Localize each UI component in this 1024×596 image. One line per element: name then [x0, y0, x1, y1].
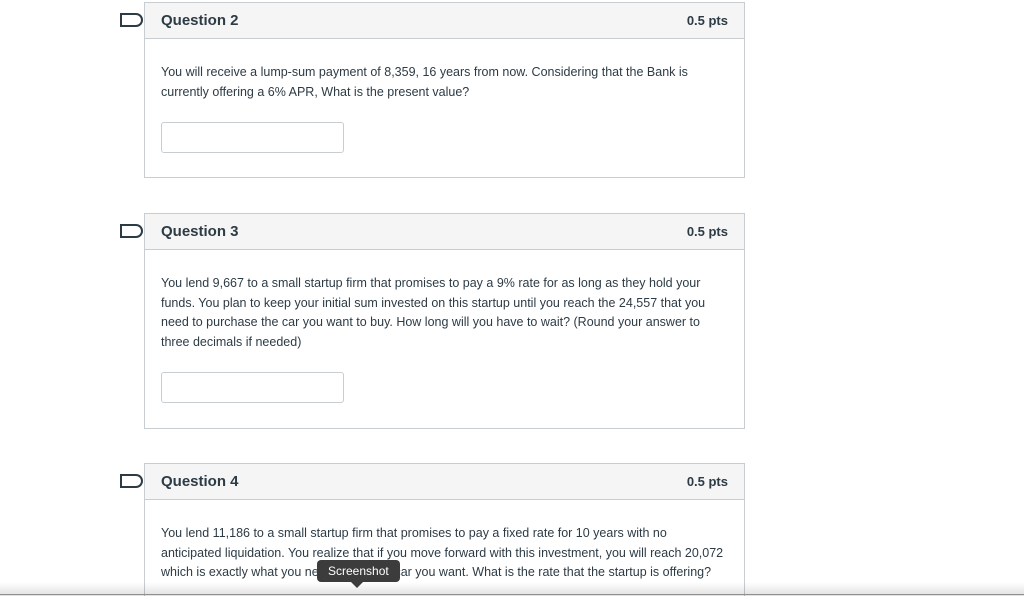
flag-question-4-icon[interactable] [120, 474, 143, 488]
question-points: 0.5 pts [686, 224, 728, 239]
question-2-body: You will receive a lump-sum payment of 8… [145, 39, 744, 153]
question-title: Question 4 [161, 473, 239, 490]
answer-input[interactable] [161, 122, 344, 153]
question-3-header: Question 3 0.5 pts [145, 214, 744, 250]
quiz-page: Question 2 0.5 pts You will receive a lu… [0, 0, 1024, 596]
question-points: 0.5 pts [686, 13, 728, 28]
question-2-card: Question 2 0.5 pts You will receive a lu… [144, 2, 745, 178]
question-text: You lend 11,186 to a small startup firm … [161, 526, 724, 579]
question-3-card: Question 3 0.5 pts You lend 9,667 to a s… [144, 213, 745, 429]
question-2-header: Question 2 0.5 pts [145, 3, 744, 39]
question-3-body: You lend 9,667 to a small startup firm t… [145, 250, 744, 403]
question-title: Question 2 [161, 12, 239, 29]
question-4-body: You lend 11,186 to a small startup firm … [145, 500, 744, 583]
question-text: You lend 9,667 to a small startup firm t… [161, 276, 706, 349]
flag-question-3-icon[interactable] [120, 224, 143, 238]
answer-input[interactable] [161, 372, 344, 403]
question-text: You will receive a lump-sum payment of 8… [161, 65, 688, 99]
bottom-divider [0, 594, 1024, 595]
question-points: 0.5 pts [686, 474, 728, 489]
screenshot-tooltip: Screenshot [317, 560, 400, 588]
question-title: Question 3 [161, 223, 239, 240]
flag-question-2-icon[interactable] [120, 13, 143, 27]
question-4-card: Question 4 0.5 pts You lend 11,186 to a … [144, 463, 745, 596]
question-4-header: Question 4 0.5 pts [145, 464, 744, 500]
